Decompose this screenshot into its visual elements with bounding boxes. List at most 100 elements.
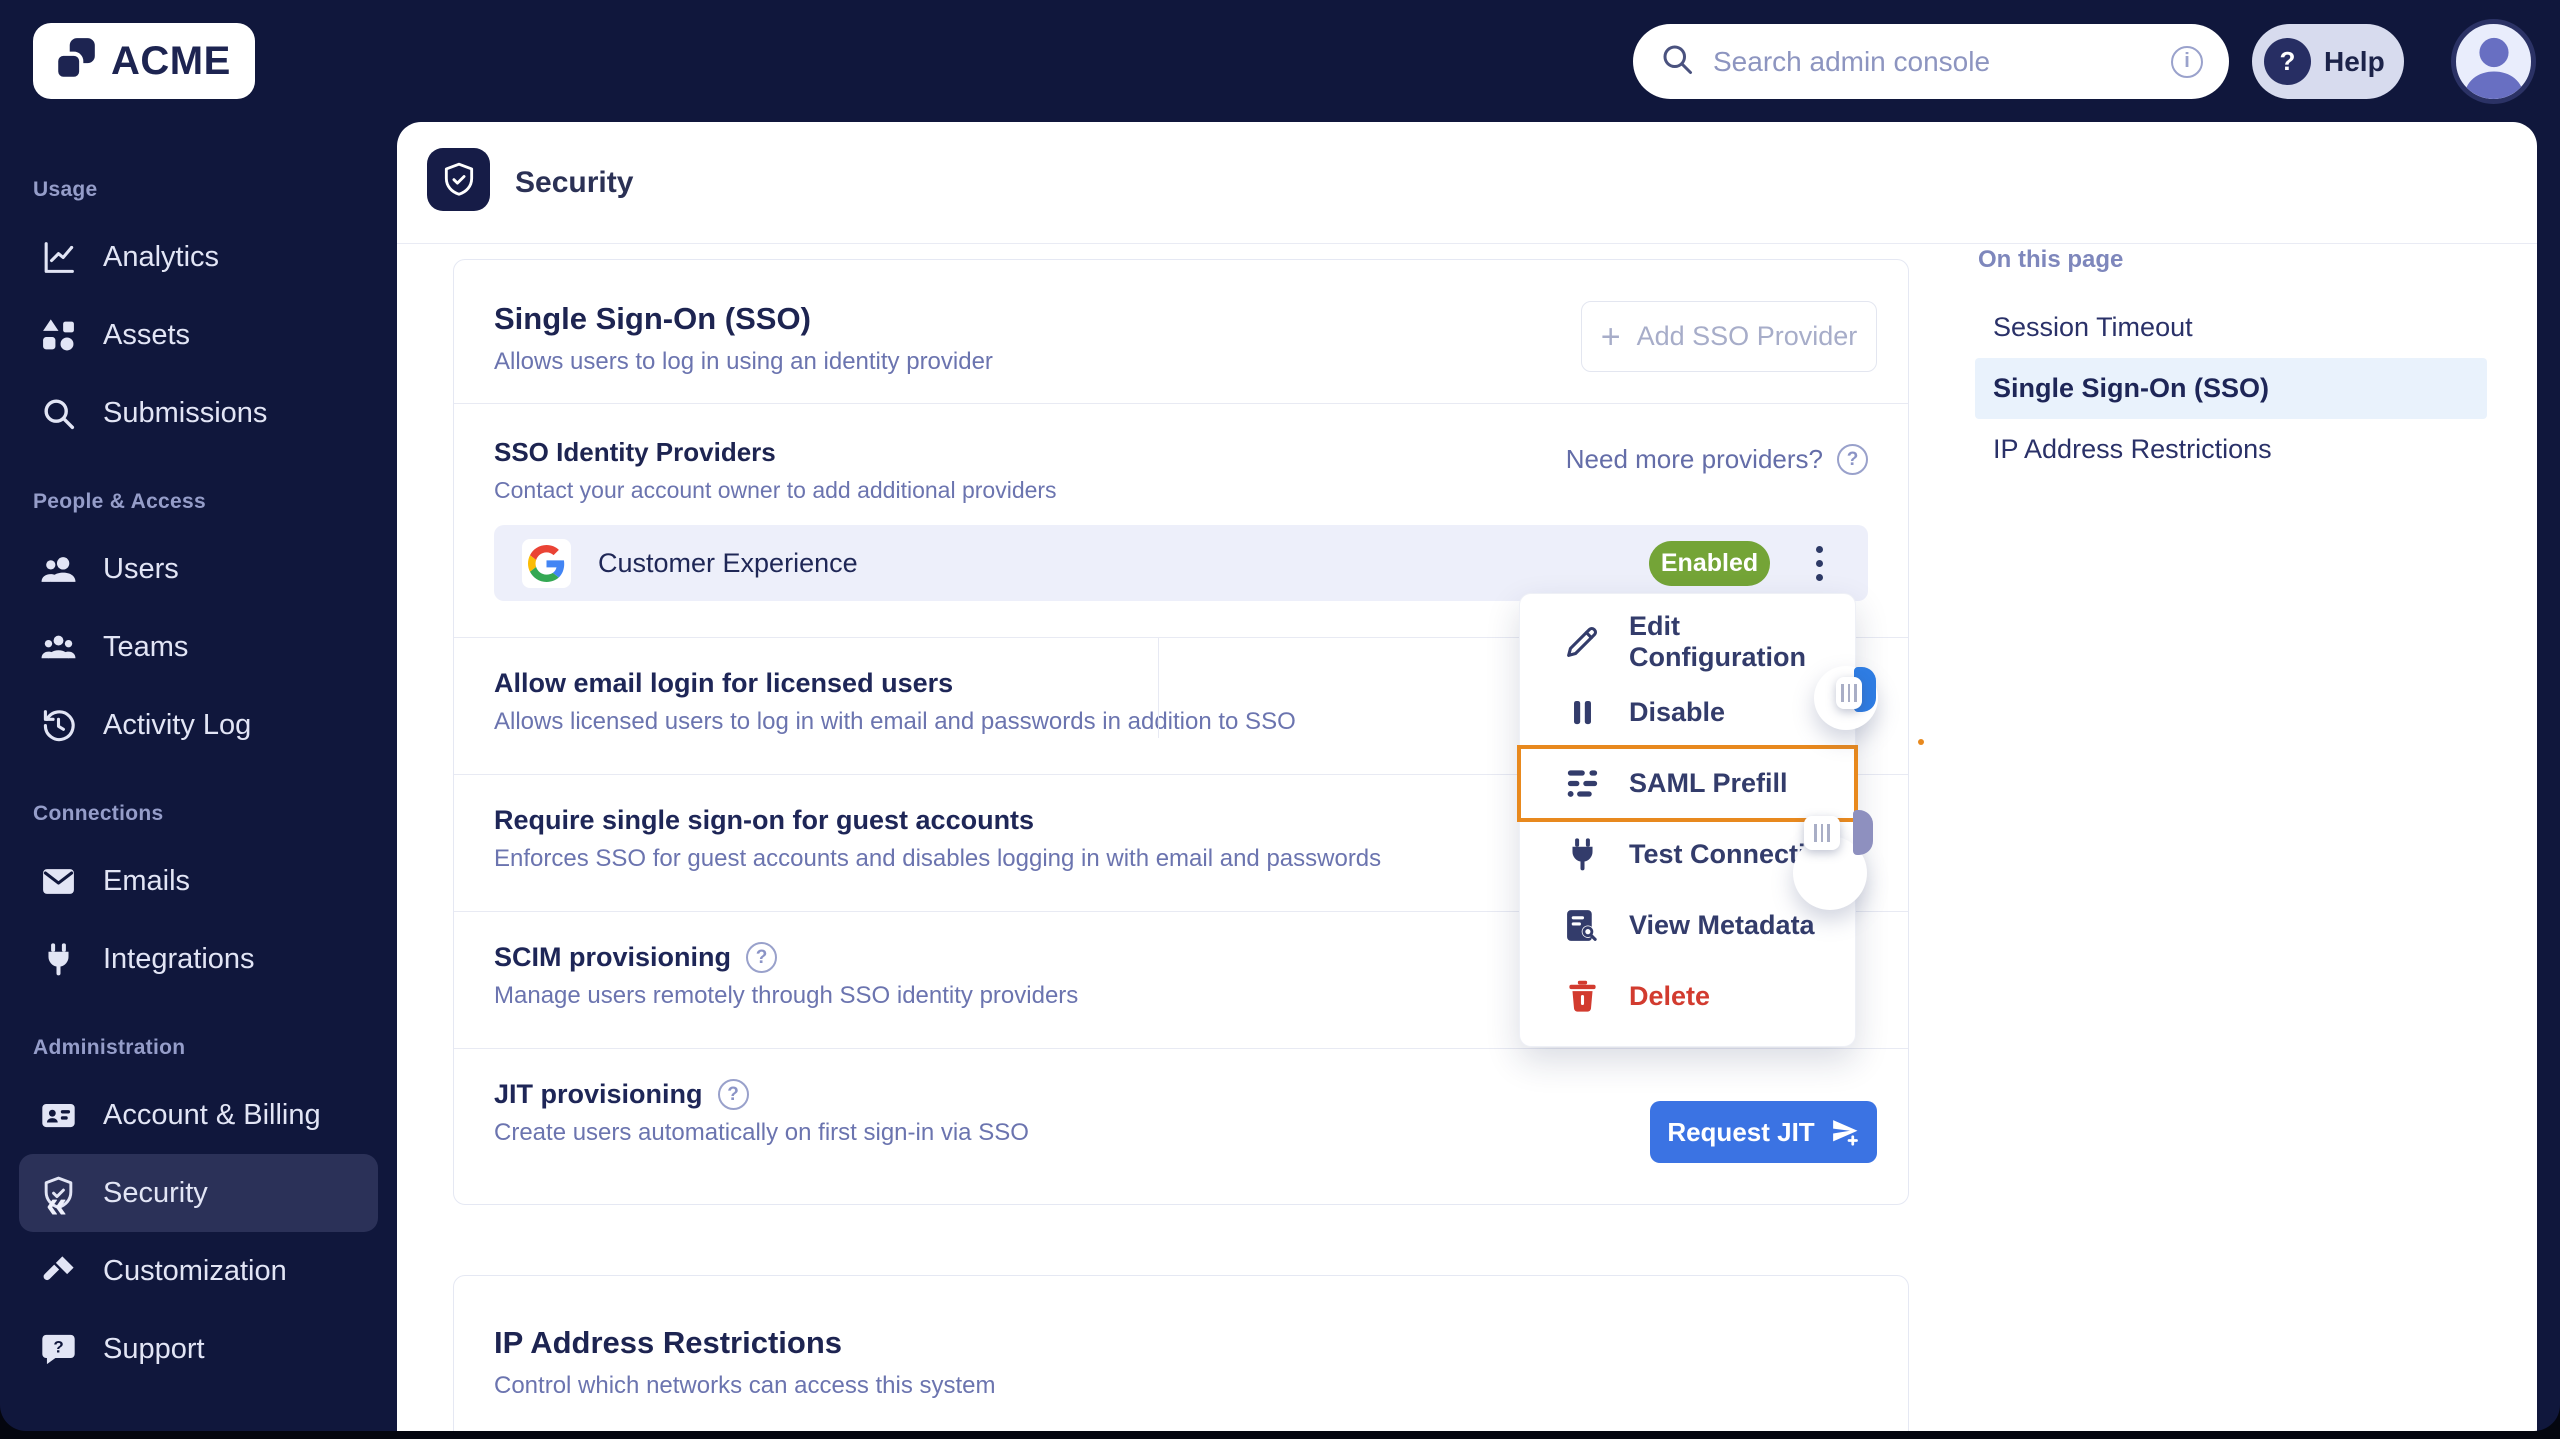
sidebar-item-activity-log[interactable]: Activity Log <box>19 686 378 764</box>
google-g-icon <box>522 539 571 588</box>
request-jit-label: Request JIT <box>1667 1117 1814 1148</box>
menu-item-label: Disable <box>1629 697 1725 728</box>
help-button[interactable]: ? Help <box>2252 24 2404 99</box>
providers-subtitle: Contact your account owner to add additi… <box>494 477 1868 504</box>
question-circle-icon[interactable]: ? <box>746 942 777 973</box>
support-chat-icon: ? <box>40 1331 77 1368</box>
sidebar-item-emails[interactable]: Emails <box>19 842 378 920</box>
menu-item-label: View Metadata <box>1629 910 1815 941</box>
sidebar-item-users[interactable]: Users <box>19 530 378 608</box>
page-header: Security <box>397 122 2537 244</box>
sidebar: Usage Analytics Assets Submissions People & … <box>0 122 397 1431</box>
add-sso-provider-label: Add SSO Provider <box>1637 321 1858 352</box>
brand-logo[interactable]: ACME <box>33 23 255 99</box>
search-input[interactable]: Search admin console i <box>1633 24 2229 99</box>
sidebar-item-label: Analytics <box>103 241 219 274</box>
menu-item-saml-prefill[interactable]: SAML Prefill <box>1520 748 1855 819</box>
doc-search-icon <box>1564 907 1601 944</box>
need-more-label: Need more providers? <box>1566 444 1823 475</box>
sidebar-item-label: Assets <box>103 319 190 352</box>
toggle-drag-handle-icon[interactable] <box>1804 816 1840 850</box>
on-this-page-link-single-sign-on-sso-[interactable]: Single Sign-On (SSO) <box>1975 358 2487 419</box>
search-placeholder: Search admin console <box>1713 46 2153 78</box>
row-divider <box>1158 638 1159 738</box>
sidebar-item-label: Users <box>103 553 179 586</box>
svg-text:?: ? <box>53 1337 63 1356</box>
app-window: ACME Search admin console i ? Help <box>0 0 2560 1431</box>
menu-item-label: SAML Prefill <box>1629 768 1788 799</box>
sidebar-section-label: Administration <box>0 1036 397 1060</box>
request-jit-button[interactable]: Request JIT <box>1650 1101 1877 1163</box>
brand-name: ACME <box>111 39 231 84</box>
paint-roller-icon <box>40 1253 77 1290</box>
plus-icon: + <box>1601 320 1621 354</box>
menu-item-disable[interactable]: Disable <box>1520 677 1855 748</box>
plug-icon <box>1564 836 1601 873</box>
sidebar-collapse-icon[interactable]: « <box>46 1184 65 1227</box>
sidebar-item-label: Customization <box>103 1255 287 1288</box>
toggle-drag-handle-icon[interactable] <box>1836 677 1862 709</box>
top-bar: ACME Search admin console i ? Help <box>0 0 2560 122</box>
provider-row[interactable]: Customer Experience Enabled <box>494 525 1868 601</box>
question-circle-icon: ? <box>2264 38 2311 85</box>
sidebar-item-support[interactable]: ? Support <box>19 1310 378 1388</box>
sidebar-item-label: Account & Billing <box>103 1099 321 1132</box>
sidebar-item-customization[interactable]: Customization <box>19 1232 378 1310</box>
menu-item-label: Edit Configuration <box>1629 611 1855 673</box>
search-icon <box>1659 41 1695 82</box>
setting-row: JIT provisioning?Create users automatica… <box>454 1049 1908 1208</box>
plug-icon <box>40 941 77 978</box>
on-this-page-title: On this page <box>1975 246 2487 274</box>
ip-title: IP Address Restrictions <box>494 1325 1868 1361</box>
help-label: Help <box>2324 46 2385 78</box>
guest-sso-toggle[interactable] <box>1853 810 1873 855</box>
status-badge: Enabled <box>1649 541 1770 586</box>
sidebar-item-integrations[interactable]: Integrations <box>19 920 378 998</box>
on-this-page-link-session-timeout[interactable]: Session Timeout <box>1975 297 2487 358</box>
sidebar-item-security[interactable]: Security <box>19 1154 378 1232</box>
sidebar-item-label: Submissions <box>103 397 267 430</box>
history-clock-icon <box>40 707 77 744</box>
provider-name: Customer Experience <box>598 548 1649 579</box>
sidebar-item-label: Integrations <box>103 943 255 976</box>
main-panel: Security Single Sign-On (SSO) Allows use… <box>397 122 2537 1431</box>
ip-subtitle: Control which networks can access this s… <box>494 1372 1868 1400</box>
trash-icon <box>1564 978 1601 1015</box>
menu-item-edit-configuration[interactable]: Edit Configuration <box>1520 606 1855 677</box>
mail-icon <box>40 863 77 900</box>
user-avatar[interactable] <box>2451 19 2536 104</box>
sidebar-item-account-billing[interactable]: Account & Billing <box>19 1076 378 1154</box>
sidebar-section-label: People & Access <box>0 490 397 514</box>
sidebar-section-label: Connections <box>0 802 397 826</box>
cursor-mark <box>1918 739 1924 745</box>
ip-restrictions-card: IP Address Restrictions Control which ne… <box>453 1275 1909 1431</box>
add-sso-provider-button[interactable]: + Add SSO Provider <box>1581 301 1877 372</box>
shield-check-icon <box>427 148 490 211</box>
menu-item-label: Delete <box>1629 981 1710 1012</box>
page-title: Security <box>515 166 633 200</box>
sidebar-item-analytics[interactable]: Analytics <box>19 218 378 296</box>
analytics-icon <box>40 239 77 276</box>
on-this-page-link-ip-address-restrictions[interactable]: IP Address Restrictions <box>1975 419 2487 480</box>
sidebar-section-label: Usage <box>0 178 397 202</box>
sidebar-item-submissions[interactable]: Submissions <box>19 374 378 452</box>
teams-icon <box>40 629 77 666</box>
pause-icon <box>1564 694 1601 731</box>
info-circle-icon[interactable]: i <box>2171 46 2203 78</box>
sidebar-item-assets[interactable]: Assets <box>19 296 378 374</box>
paper-plane-plus-icon <box>1830 1117 1860 1147</box>
question-circle-icon[interactable]: ? <box>1837 444 1868 475</box>
sidebar-item-teams[interactable]: Teams <box>19 608 378 686</box>
acme-squares-icon <box>53 36 99 87</box>
assets-icon <box>40 317 77 354</box>
need-more-providers-link[interactable]: Need more providers? ? <box>1566 444 1868 475</box>
menu-item-delete[interactable]: Delete <box>1520 961 1855 1032</box>
sidebar-item-label: Emails <box>103 865 190 898</box>
kebab-menu-icon[interactable] <box>1794 538 1844 588</box>
sidebar-item-label: Teams <box>103 631 188 664</box>
sidebar-item-label: Support <box>103 1333 205 1366</box>
question-circle-icon[interactable]: ? <box>718 1079 749 1110</box>
pencil-icon <box>1564 623 1601 660</box>
on-this-page-nav: On this page Session TimeoutSingle Sign-… <box>1975 246 2487 480</box>
sidebar-item-label: Security <box>103 1177 208 1210</box>
